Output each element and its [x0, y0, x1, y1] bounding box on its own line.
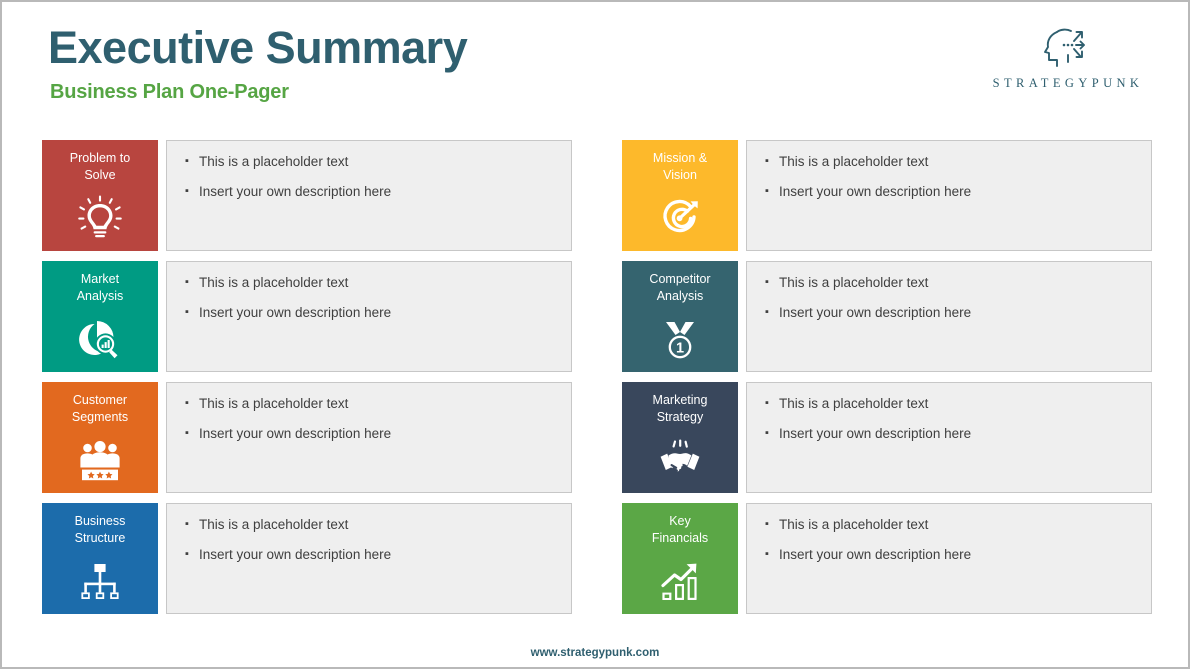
bullet-marker-icon: ▪ [765, 548, 769, 560]
bullet-marker-icon: ▪ [185, 518, 189, 530]
bullet-text: This is a placeholder text [199, 275, 349, 290]
summary-grid: Problem to Solve ▪ This is a placeholder… [42, 140, 1152, 614]
bullet-text: Insert your own description here [199, 426, 392, 441]
bullet-marker-icon: ▪ [185, 548, 189, 560]
bullet-text: Insert your own description here [199, 184, 392, 199]
card-body: ▪ This is a placeholder text ▪ Insert yo… [746, 503, 1152, 614]
bullet-marker-icon: ▪ [765, 518, 769, 530]
bullet-marker-icon: ▪ [185, 306, 189, 318]
svg-text:1: 1 [676, 340, 684, 356]
bullet-marker-icon: ▪ [765, 185, 769, 197]
bullet-item: ▪ Insert your own description here [185, 425, 571, 442]
card-competitor-analysis[interactable]: Competitor Analysis 1 ▪ This is a placeh… [622, 261, 1152, 372]
card-mission-vision[interactable]: Mission & Vision ▪ This is a placeholder… [622, 140, 1152, 251]
handshake-icon [622, 427, 738, 494]
head-profile-arrows-icon [976, 22, 1156, 70]
bullet-marker-icon: ▪ [765, 427, 769, 439]
card-title: Key Financials [651, 514, 709, 546]
people-stars-icon [42, 427, 158, 494]
card-body: ▪ This is a placeholder text ▪ Insert yo… [746, 261, 1152, 372]
bullet-text: This is a placeholder text [779, 275, 929, 290]
bullet-marker-icon: ▪ [185, 276, 189, 288]
card-body: ▪ This is a placeholder text ▪ Insert yo… [746, 140, 1152, 251]
card-tile: Market Analysis [42, 261, 158, 372]
card-business-structure[interactable]: Business Structure ▪ This is a placehold… [42, 503, 572, 614]
bullet-item: ▪ This is a placeholder text [765, 153, 1151, 170]
bullet-marker-icon: ▪ [765, 155, 769, 167]
card-problem-to-solve[interactable]: Problem to Solve ▪ This is a placeholder… [42, 140, 572, 251]
card-title: Business Structure [74, 514, 126, 546]
bullet-item: ▪ This is a placeholder text [765, 274, 1151, 291]
footer-url[interactable]: www.strategypunk.com [2, 647, 1188, 659]
bullet-item: ▪ Insert your own description here [765, 546, 1151, 563]
bullet-marker-icon: ▪ [185, 427, 189, 439]
bullet-item: ▪ This is a placeholder text [765, 516, 1151, 533]
bullet-text: This is a placeholder text [199, 517, 349, 532]
bullet-marker-icon: ▪ [765, 306, 769, 318]
card-title: Competitor Analysis [649, 272, 711, 304]
bullet-marker-icon: ▪ [765, 397, 769, 409]
page-subtitle: Business Plan One-Pager [50, 81, 289, 104]
card-body: ▪ This is a placeholder text ▪ Insert yo… [166, 261, 572, 372]
bullet-item: ▪ This is a placeholder text [185, 153, 571, 170]
bullet-item: ▪ Insert your own description here [185, 546, 571, 563]
bullet-text: Insert your own description here [779, 426, 972, 441]
bullet-text: Insert your own description here [199, 547, 392, 562]
slide-canvas: Executive Summary Business Plan One-Page… [0, 0, 1190, 669]
bullet-item: ▪ This is a placeholder text [185, 395, 571, 412]
bullet-item: ▪ This is a placeholder text [765, 395, 1151, 412]
bullet-text: Insert your own description here [199, 305, 392, 320]
card-tile: Competitor Analysis 1 [622, 261, 738, 372]
brand-wordmark: STRATEGYPUNK [992, 76, 1144, 90]
card-tile: Business Structure [42, 503, 158, 614]
card-body: ▪ This is a placeholder text ▪ Insert yo… [166, 503, 572, 614]
card-title: Mission & Vision [652, 151, 708, 183]
card-key-financials[interactable]: Key Financials ▪ This is a placeholder t… [622, 503, 1152, 614]
card-market-analysis[interactable]: Market Analysis ▪ This is a placeholder … [42, 261, 572, 372]
brand-logo: STRATEGYPUNK [976, 22, 1156, 91]
card-tile: Mission & Vision [622, 140, 738, 251]
bullet-marker-icon: ▪ [185, 155, 189, 167]
bullet-marker-icon: ▪ [765, 276, 769, 288]
page-title: Executive Summary [48, 22, 468, 73]
org-chart-icon [42, 548, 158, 615]
card-body: ▪ This is a placeholder text ▪ Insert yo… [746, 382, 1152, 493]
bullet-text: This is a placeholder text [779, 517, 929, 532]
bullet-text: This is a placeholder text [779, 396, 929, 411]
pie-chart-magnifier-icon [42, 306, 158, 373]
card-title: Customer Segments [71, 393, 129, 425]
bullet-item: ▪ Insert your own description here [765, 183, 1151, 200]
medal-ribbon-one-icon: 1 [622, 306, 738, 373]
card-tile: Problem to Solve [42, 140, 158, 251]
card-tile: Customer Segments [42, 382, 158, 493]
card-tile: Key Financials [622, 503, 738, 614]
bullet-marker-icon: ▪ [185, 397, 189, 409]
lightbulb-icon [42, 185, 158, 252]
bullet-marker-icon: ▪ [185, 185, 189, 197]
card-title: Marketing Strategy [652, 393, 708, 425]
target-dart-icon [622, 185, 738, 252]
growth-bar-chart-icon [622, 548, 738, 615]
card-customer-segments[interactable]: Customer Segments ▪ This is a placeholde… [42, 382, 572, 493]
bullet-item: ▪ This is a placeholder text [185, 516, 571, 533]
card-title: Problem to Solve [69, 151, 131, 183]
bullet-item: ▪ This is a placeholder text [185, 274, 571, 291]
card-body: ▪ This is a placeholder text ▪ Insert yo… [166, 382, 572, 493]
bullet-text: Insert your own description here [779, 184, 972, 199]
card-tile: Marketing Strategy [622, 382, 738, 493]
card-body: ▪ This is a placeholder text ▪ Insert yo… [166, 140, 572, 251]
card-title: Market Analysis [76, 272, 124, 304]
bullet-item: ▪ Insert your own description here [185, 183, 571, 200]
bullet-item: ▪ Insert your own description here [765, 425, 1151, 442]
bullet-text: Insert your own description here [779, 305, 972, 320]
slide-header: Executive Summary Business Plan One-Page… [48, 22, 468, 104]
bullet-text: This is a placeholder text [779, 154, 929, 169]
card-marketing-strategy[interactable]: Marketing Strategy ▪ This is a placehold… [622, 382, 1152, 493]
bullet-item: ▪ Insert your own description here [185, 304, 571, 321]
bullet-text: This is a placeholder text [199, 154, 349, 169]
bullet-item: ▪ Insert your own description here [765, 304, 1151, 321]
bullet-text: Insert your own description here [779, 547, 972, 562]
bullet-text: This is a placeholder text [199, 396, 349, 411]
